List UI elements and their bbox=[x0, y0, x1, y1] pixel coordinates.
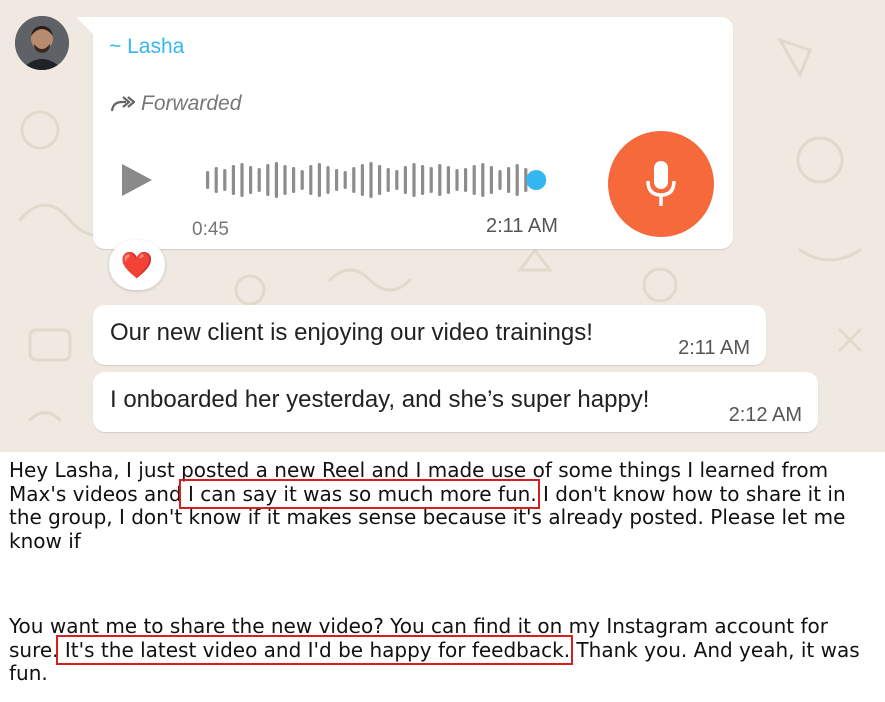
waveform-bar bbox=[309, 165, 313, 195]
waveform-bar bbox=[481, 163, 485, 197]
waveform-bar bbox=[352, 167, 356, 193]
audio-waveform[interactable] bbox=[206, 161, 566, 199]
chat-area: ~ Lasha Forwarded 0:45 2:11 AM ❤️ Our ne… bbox=[0, 0, 885, 452]
waveform-bar bbox=[455, 169, 459, 191]
waveform-bar bbox=[326, 166, 330, 194]
message-time: 2:12 AM bbox=[728, 404, 802, 426]
avatar-image bbox=[15, 16, 69, 70]
waveform-bar bbox=[472, 165, 476, 195]
waveform-bar bbox=[507, 167, 511, 193]
forward-icon bbox=[110, 96, 135, 112]
waveform-bar bbox=[403, 166, 407, 194]
waveform-bar bbox=[274, 162, 278, 198]
waveform-bar bbox=[335, 169, 339, 191]
waveform-bar bbox=[249, 166, 253, 194]
waveform-bar bbox=[386, 168, 390, 192]
message-bubble[interactable]: I onboarded her yesterday, and she’s sup… bbox=[93, 372, 818, 432]
microphone-icon bbox=[646, 161, 676, 206]
waveform-bar bbox=[223, 169, 227, 191]
waveform-bar bbox=[206, 171, 210, 189]
transcript-paragraph: Hey Lasha, I just posted a new Reel and … bbox=[9, 458, 879, 553]
avatar[interactable] bbox=[15, 16, 69, 70]
waveform-bar bbox=[257, 168, 261, 192]
waveform-bar bbox=[378, 165, 382, 195]
waveform-bar bbox=[464, 168, 468, 192]
sender-name[interactable]: ~ Lasha bbox=[109, 35, 184, 59]
heart-icon: ❤️ bbox=[120, 249, 154, 280]
waveform-bar bbox=[446, 166, 450, 194]
waveform-bar bbox=[360, 164, 364, 196]
waveform-bar bbox=[317, 163, 321, 197]
waveform-bar bbox=[369, 162, 373, 198]
bubble-tail bbox=[76, 17, 93, 34]
voice-message-time: 2:11 AM bbox=[486, 215, 558, 237]
mic-button[interactable] bbox=[608, 131, 714, 237]
waveform-bar bbox=[292, 167, 296, 193]
message-time: 2:11 AM bbox=[678, 337, 750, 359]
waveform-bar bbox=[283, 165, 287, 195]
waveform-bar bbox=[412, 163, 416, 197]
waveform-bar bbox=[498, 170, 502, 190]
voice-message-bubble[interactable]: ~ Lasha Forwarded 0:45 2:11 AM bbox=[93, 17, 733, 249]
message-bubble[interactable]: Our new client is enjoying our video tra… bbox=[93, 305, 766, 365]
waveform-bar bbox=[489, 166, 493, 194]
voice-duration: 0:45 bbox=[192, 219, 229, 240]
waveform-bar bbox=[240, 163, 244, 197]
message-text: I onboarded her yesterday, and she’s sup… bbox=[110, 386, 650, 413]
message-text: Our new client is enjoying our video tra… bbox=[110, 319, 593, 346]
transcript-paragraph: You want me to share the new video? You … bbox=[9, 614, 879, 686]
waveform-bar bbox=[438, 164, 442, 196]
waveform-bar bbox=[515, 164, 519, 196]
play-icon[interactable] bbox=[116, 160, 156, 200]
heart-reaction[interactable]: ❤️ bbox=[109, 240, 165, 290]
highlighted-phrase: I can say it was so much more fun. bbox=[178, 478, 540, 509]
waveform-bar bbox=[214, 167, 218, 193]
waveform-bar bbox=[231, 165, 235, 195]
waveform-bar bbox=[395, 170, 399, 190]
waveform-bar bbox=[429, 167, 433, 193]
playback-dot[interactable] bbox=[526, 170, 547, 190]
waveform-bar bbox=[300, 170, 304, 190]
waveform-bar bbox=[266, 164, 270, 196]
forwarded-text: Forwarded bbox=[141, 92, 242, 115]
highlighted-phrase: It's the latest video and I'd be happy f… bbox=[55, 634, 574, 665]
waveform-bar bbox=[421, 165, 425, 195]
waveform-bar bbox=[343, 171, 347, 189]
forwarded-label: Forwarded bbox=[109, 92, 241, 116]
